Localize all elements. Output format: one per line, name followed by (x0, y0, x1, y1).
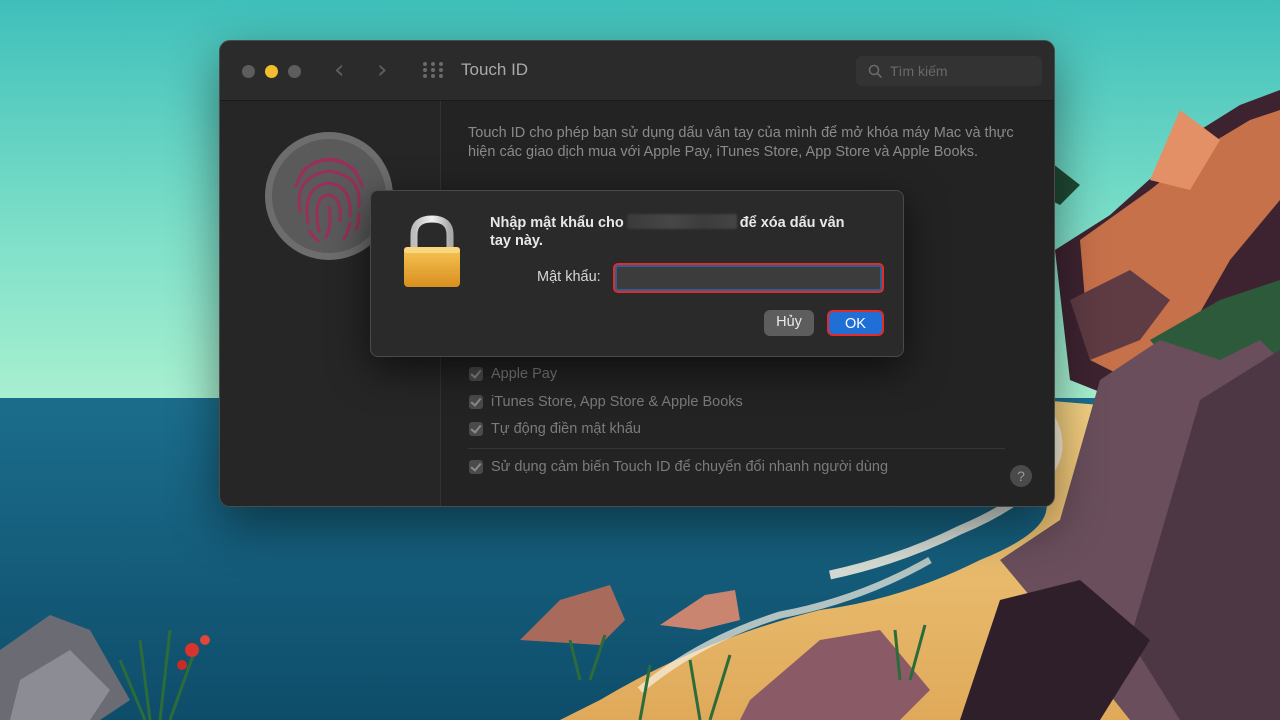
search-icon (868, 64, 882, 78)
dialog-prompt-line2: tay này. (490, 233, 543, 249)
redacted-username (626, 214, 737, 229)
prompt-text: Nhập mật khẩu cho (490, 215, 624, 231)
option-itunes-app-store[interactable]: iTunes Store, App Store & Apple Books (469, 392, 743, 412)
option-apple-pay[interactable]: Apple Pay (469, 364, 557, 384)
touch-id-description: Touch ID cho phép bạn sử dụng dấu vân ta… (468, 125, 1014, 160)
close-icon[interactable] (242, 65, 255, 78)
content-area: Touch ID cho phép bạn sử dụng dấu vân ta… (468, 124, 1028, 162)
chevron-right-icon[interactable]: › (377, 57, 387, 83)
option-label: Sử dụng cảm biến Touch ID để chuyển đổi … (491, 459, 889, 475)
lock-icon (404, 215, 460, 287)
search-placeholder: Tìm kiếm (890, 63, 948, 79)
prompt-text: để xóa dấu vân (739, 215, 845, 231)
dialog-prompt: Nhập mật khẩu cho để xóa dấu vân (490, 214, 845, 231)
search-input[interactable]: Tìm kiếm (856, 56, 1042, 86)
window-titlebar: ‹ › Touch ID Tìm kiếm (220, 41, 1054, 101)
checkbox-icon[interactable] (469, 367, 483, 381)
ok-button[interactable]: OK (827, 310, 884, 336)
password-field[interactable] (613, 263, 884, 293)
password-dialog: Nhập mật khẩu cho để xóa dấu vân tay này.… (370, 190, 904, 357)
checkbox-icon[interactable] (469, 422, 483, 436)
cancel-button[interactable]: Hủy (764, 310, 814, 336)
window-title: Touch ID (461, 60, 529, 79)
divider (468, 448, 1005, 449)
option-label: iTunes Store, App Store & Apple Books (491, 394, 743, 410)
option-fast-user-switching[interactable]: Sử dụng cảm biến Touch ID để chuyển đổi … (469, 457, 888, 477)
minimize-icon[interactable] (265, 65, 278, 78)
option-label: Apple Pay (491, 366, 558, 382)
checkbox-icon[interactable] (469, 460, 483, 474)
zoom-icon[interactable] (288, 65, 301, 78)
help-button[interactable]: ? (1010, 465, 1032, 487)
option-password-autofill[interactable]: Tự động điền mật khẩu (469, 419, 641, 439)
grid-icon[interactable] (423, 62, 444, 79)
chevron-left-icon[interactable]: ‹ (334, 57, 344, 83)
password-label: Mật khẩu: (537, 269, 601, 285)
option-label: Tự động điền mật khẩu (491, 421, 641, 437)
checkbox-icon[interactable] (469, 395, 483, 409)
